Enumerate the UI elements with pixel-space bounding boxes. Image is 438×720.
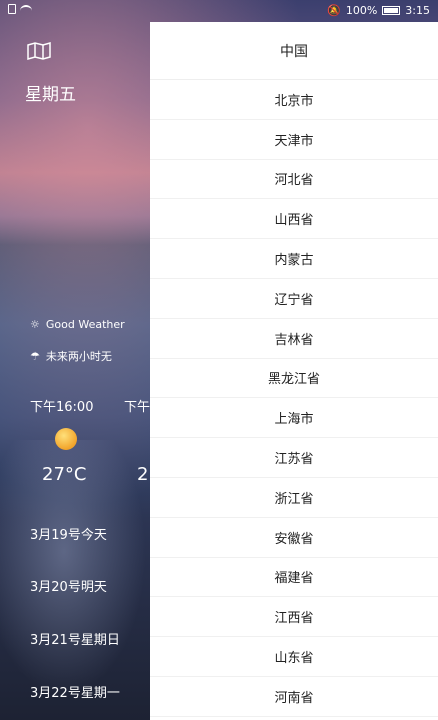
sim-card-icon (8, 4, 16, 14)
province-item[interactable]: 河南省 (150, 677, 438, 717)
status-bar: 🔕 100% 3:15 (0, 0, 438, 22)
hour-time-1: 下午16:00 (30, 400, 94, 415)
map-icon[interactable] (26, 42, 52, 60)
province-item[interactable]: 内蒙古 (150, 239, 438, 279)
province-item[interactable]: 福建省 (150, 558, 438, 598)
clock: 3:15 (405, 4, 430, 17)
drawer-title[interactable]: 中国 (150, 22, 438, 80)
hour-temp-1: 27°C (42, 464, 87, 485)
sun-outline-icon: ☼ (30, 318, 40, 331)
hour-time-2: 下午 (124, 400, 151, 415)
province-drawer: 中国 北京市 天津市 河北省 山西省 内蒙古 辽宁省 吉林省 黑龙江省 上海市 … (150, 22, 438, 720)
province-item[interactable]: 上海市 (150, 398, 438, 439)
province-item[interactable]: 北京市 (150, 80, 438, 120)
umbrella-icon: ☂ (30, 349, 40, 363)
province-item[interactable]: 辽宁省 (150, 279, 438, 319)
province-item[interactable]: 江苏省 (150, 438, 438, 478)
forecast-day-4[interactable]: 3月22号星期一 (30, 682, 120, 701)
sunny-icon (55, 428, 77, 450)
mute-icon: 🔕 (327, 4, 341, 17)
weather-status-text: Good Weather (45, 318, 125, 331)
province-item[interactable]: 吉林省 (150, 319, 438, 359)
forecast-day-1[interactable]: 3月19号今天 (30, 524, 107, 543)
province-item[interactable]: 江西省 (150, 597, 438, 638)
hour-temp-2: 2 (137, 464, 149, 485)
battery-icon (382, 6, 401, 15)
province-item[interactable]: 天津市 (150, 120, 438, 160)
province-item[interactable]: 安徽省 (150, 518, 438, 558)
forecast-day-3[interactable]: 3月21号星期日 (30, 629, 120, 648)
wifi-icon (20, 4, 32, 14)
province-item[interactable]: 浙江省 (150, 478, 438, 518)
rain-notice-row: ☂ 未来两小时无 (30, 348, 112, 364)
weather-status-row: ☼ Good Weather (30, 318, 125, 331)
battery-percent: 100% (345, 4, 378, 17)
weekday-label: 星期五 (25, 85, 76, 105)
rain-notice-text: 未来两小时无 (45, 350, 112, 363)
status-right: 🔕 100% 3:15 (327, 4, 430, 17)
province-item[interactable]: 山西省 (150, 199, 438, 240)
status-left (8, 4, 32, 14)
province-item[interactable]: 河北省 (150, 160, 438, 200)
province-item[interactable]: 山东省 (150, 637, 438, 677)
province-item[interactable]: 黑龙江省 (150, 359, 438, 399)
forecast-day-2[interactable]: 3月20号明天 (30, 576, 107, 595)
